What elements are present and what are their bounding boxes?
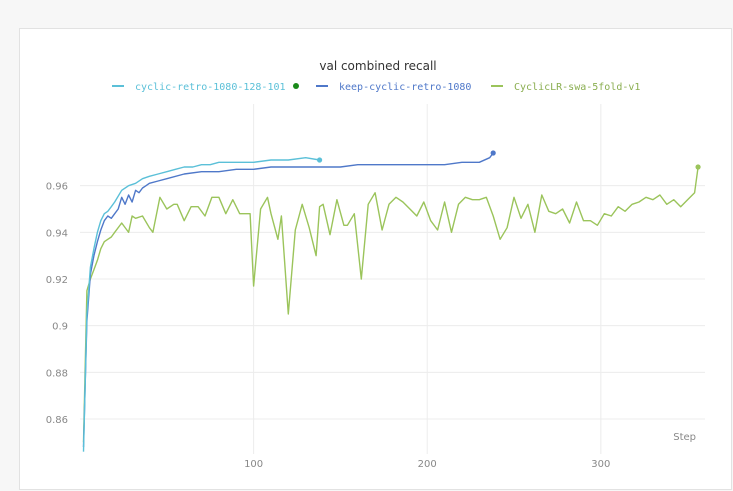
x-tick-label: 100 bbox=[244, 459, 263, 470]
series-end-point-keep-cyclic bbox=[490, 150, 496, 156]
legend-item-keep-cyclic[interactable]: keep-cyclic-retro-1080 bbox=[316, 82, 471, 93]
recall-line-chart: val combined recall cyclic-retro-1080-12… bbox=[46, 59, 705, 470]
series-lines bbox=[82, 150, 701, 452]
y-tick-label: 0.86 bbox=[46, 415, 68, 426]
series-line-keep-cyclic bbox=[82, 152, 494, 448]
y-axis-ticks: 0.86 0.88 0.9 0.92 0.94 0.96 bbox=[46, 182, 68, 426]
series-line-cycliclr-swa bbox=[82, 166, 699, 443]
series-line-cyclic-retro bbox=[82, 156, 320, 452]
legend-label-keep-cyclic: keep-cyclic-retro-1080 bbox=[339, 82, 471, 93]
legend-marker-cyclic-retro bbox=[293, 83, 299, 89]
legend[interactable]: cyclic-retro-1080-128-101 keep-cyclic-re… bbox=[112, 82, 640, 93]
y-tick-label: 0.92 bbox=[46, 275, 68, 286]
grid bbox=[80, 104, 705, 454]
x-axis-label: Step bbox=[673, 432, 696, 443]
y-tick-label: 0.88 bbox=[46, 368, 68, 379]
legend-item-cycliclr-swa[interactable]: CyclicLR-swa-5fold-v1 bbox=[491, 82, 640, 93]
y-tick-label: 0.96 bbox=[46, 182, 68, 193]
chart-title: val combined recall bbox=[319, 59, 436, 73]
y-tick-label: 0.94 bbox=[46, 228, 68, 239]
series-end-point-cycliclr-swa bbox=[695, 164, 701, 170]
x-axis-ticks: 100 200 300 bbox=[244, 459, 610, 470]
legend-item-cyclic-retro[interactable]: cyclic-retro-1080-128-101 bbox=[112, 82, 299, 93]
y-tick-label: 0.9 bbox=[52, 322, 68, 333]
legend-label-cycliclr-swa: CyclicLR-swa-5fold-v1 bbox=[514, 82, 640, 93]
x-tick-label: 300 bbox=[591, 459, 610, 470]
series-end-point-cyclic-retro bbox=[316, 157, 323, 163]
legend-label-cyclic-retro: cyclic-retro-1080-128-101 bbox=[135, 82, 286, 93]
chart-panel: val combined recall cyclic-retro-1080-12… bbox=[19, 28, 732, 490]
x-tick-label: 200 bbox=[418, 459, 437, 470]
